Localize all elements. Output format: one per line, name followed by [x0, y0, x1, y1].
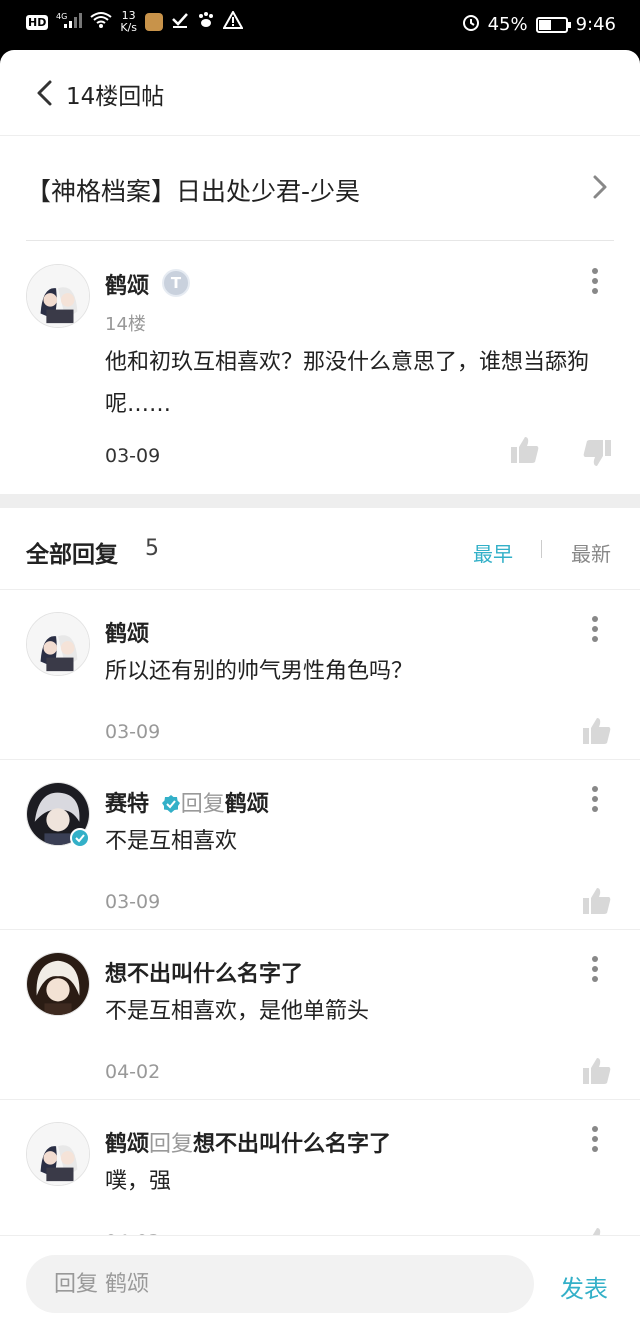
reply-more-button[interactable] — [588, 954, 602, 984]
post-date: 03-09 — [105, 445, 161, 467]
avatar-image — [27, 953, 89, 1015]
app-notification-icon — [145, 13, 163, 31]
reply-content: 所以还有别的帅气男性角色吗？ — [105, 659, 414, 684]
battery-level — [538, 19, 552, 30]
replies-header: 全部回复 5 最早 最新 — [0, 508, 640, 590]
reply-more-button[interactable] — [588, 1124, 602, 1154]
reply-author[interactable]: 赛特 回复鹤颂 — [105, 786, 269, 818]
status-left: HD 4G 13 K/s — [26, 9, 244, 34]
reply-item: 赛特 回复鹤颂 不是互相喜欢 03-09 — [0, 760, 640, 930]
signal-icon: 4G — [56, 11, 83, 33]
warning-icon — [222, 9, 244, 33]
network-type: 4G — [56, 12, 67, 21]
reply-content: 噗，强 — [105, 1169, 172, 1194]
reply-item: 鹤颂 所以还有别的帅气男性角色吗？ 03-09 — [0, 590, 640, 760]
level-badge: T — [162, 269, 190, 297]
reply-author[interactable]: 想不出叫什么名字了 — [105, 956, 303, 988]
topic-link[interactable]: 【神格档案】日出处少君-少昊 — [26, 136, 614, 241]
reply-input[interactable] — [26, 1255, 534, 1313]
avatar[interactable] — [26, 952, 90, 1016]
reply-content: 不是互相喜欢 — [105, 829, 238, 854]
battery-percent: 45% — [487, 14, 528, 35]
like-icon[interactable] — [582, 716, 612, 746]
reply-date: 03-09 — [105, 721, 161, 743]
paw-icon — [197, 11, 215, 33]
check-download-icon — [171, 11, 189, 33]
dislike-icon[interactable] — [582, 438, 612, 468]
sort-earliest-tab[interactable]: 最早 — [473, 538, 513, 567]
post-author[interactable]: 鹤颂 — [105, 268, 149, 300]
reply-date: 03-09 — [105, 891, 161, 913]
reply-author[interactable]: 鹤颂回复想不出叫什么名字了 — [105, 1126, 391, 1158]
chevron-left-icon — [37, 80, 52, 106]
net-speed-unit: K/s — [120, 21, 137, 34]
avatar[interactable] — [26, 612, 90, 676]
reply-to-name[interactable]: 想不出叫什么名字了 — [193, 1132, 391, 1157]
section-divider — [0, 494, 640, 508]
back-button[interactable] — [30, 78, 60, 108]
alarm-icon — [462, 13, 480, 36]
clock: 9:46 — [575, 14, 616, 35]
avatar-image — [27, 265, 89, 327]
send-button[interactable]: 发表 — [560, 1269, 608, 1304]
battery-icon — [535, 16, 571, 33]
reply-item: 想不出叫什么名字了 不是互相喜欢，是他单箭头 04-02 — [0, 930, 640, 1100]
like-icon[interactable] — [582, 886, 612, 916]
reply-detail-sheet: 14楼回帖 【神格档案】日出处少君-少昊 鹤颂 T 14楼 他和初玖互相喜欢？那… — [0, 50, 640, 1329]
replies-title: 全部回复 — [26, 542, 118, 568]
author-name: 鹤颂 — [105, 622, 150, 647]
like-icon[interactable] — [582, 1056, 612, 1086]
net-speed: 13 K/s — [120, 10, 137, 34]
hd-icon: HD — [26, 14, 49, 30]
replies-count: 5 — [145, 536, 159, 561]
reply-to-name[interactable]: 鹤颂 — [225, 792, 269, 817]
sort-separator — [541, 540, 542, 558]
status-bar: HD 4G 13 K/s 45% 9:46 — [0, 0, 640, 50]
author-name: 想不出叫什么名字了 — [105, 962, 304, 987]
post-content: 他和初玖互相喜欢？那没什么意思了，谁想当舔狗呢…… — [105, 350, 590, 417]
like-icon[interactable] — [510, 435, 540, 465]
reply-input-bar: 发表 — [0, 1235, 640, 1329]
post-more-button[interactable] — [588, 266, 602, 296]
reply-to-word: 回复 — [180, 792, 225, 817]
reply-more-button[interactable] — [588, 784, 602, 814]
verified-badge-icon — [70, 828, 90, 848]
author-name: 赛特 — [105, 792, 150, 817]
avatar[interactable] — [26, 264, 90, 328]
reply-more-button[interactable] — [588, 614, 602, 644]
avatar-image — [27, 613, 89, 675]
reply-to-word: 回复 — [149, 1132, 194, 1157]
reply-content: 不是互相喜欢，是他单箭头 — [105, 999, 370, 1024]
page-header: 14楼回帖 — [0, 50, 640, 136]
sort-latest-tab[interactable]: 最新 — [571, 538, 611, 567]
author-name: 鹤颂 — [105, 1132, 150, 1157]
verified-icon — [161, 795, 180, 813]
chevron-right-icon — [593, 175, 607, 199]
wifi-icon — [90, 11, 112, 33]
avatar-image — [27, 1123, 89, 1185]
post-floor: 14楼 — [105, 314, 146, 335]
reply-date: 04-02 — [105, 1061, 161, 1083]
avatar[interactable] — [26, 1122, 90, 1186]
reply-author[interactable]: 鹤颂 — [105, 616, 149, 648]
topic-title: 【神格档案】日出处少君-少昊 — [26, 177, 361, 206]
page-title: 14楼回帖 — [66, 84, 165, 110]
status-right: 45% 9:46 — [462, 13, 616, 36]
